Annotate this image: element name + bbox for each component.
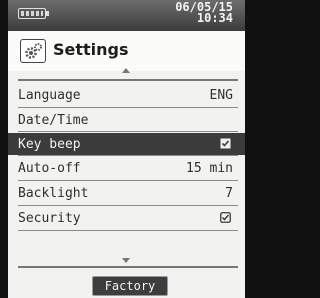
menu-item-backlight[interactable]: Backlight 7 xyxy=(8,182,245,204)
divider xyxy=(18,107,238,108)
menu-item-value: 7 xyxy=(225,186,233,201)
time-text: 10:34 xyxy=(196,11,233,25)
device-screen: 06/05/15 10:34 Settings Language ENG Dat… xyxy=(8,0,245,298)
scroll-up-icon[interactable] xyxy=(122,68,130,73)
menu-item-label: Security xyxy=(18,211,81,226)
page-title: Settings xyxy=(53,40,129,59)
title-bar: Settings xyxy=(8,31,245,71)
menu-item-security[interactable]: Security xyxy=(8,207,245,229)
scroll-down-icon[interactable] xyxy=(122,258,130,263)
menu-item-label: Language xyxy=(18,88,81,103)
factory-button[interactable]: Factory xyxy=(92,276,168,296)
bottom-divider xyxy=(18,266,238,268)
menu-item-value: 15 min xyxy=(186,161,233,176)
menu-item-auto-off[interactable]: Auto-off 15 min xyxy=(8,157,245,179)
title-divider xyxy=(18,79,238,81)
menu-item-language[interactable]: Language ENG xyxy=(8,84,245,106)
divider xyxy=(18,155,238,156)
menu-item-label: Date/Time xyxy=(18,113,89,128)
checkbox-checked-icon[interactable] xyxy=(220,138,231,149)
divider xyxy=(18,131,238,132)
menu-item-date-time[interactable]: Date/Time xyxy=(8,109,245,131)
divider xyxy=(18,230,238,231)
status-bar: 06/05/15 10:34 xyxy=(8,0,245,31)
gear-icon xyxy=(20,39,46,63)
menu-item-key-beep[interactable]: Key beep xyxy=(8,133,245,155)
menu-item-label: Backlight xyxy=(18,186,89,201)
datetime-display: 06/05/15 10:34 xyxy=(175,1,233,25)
divider xyxy=(18,180,238,181)
menu-item-value: ENG xyxy=(209,88,233,103)
menu-item-label: Key beep xyxy=(18,137,81,152)
menu-item-label: Auto-off xyxy=(18,161,81,176)
divider xyxy=(18,205,238,206)
battery-icon xyxy=(18,8,49,19)
checkbox-checked-icon[interactable] xyxy=(220,212,231,223)
